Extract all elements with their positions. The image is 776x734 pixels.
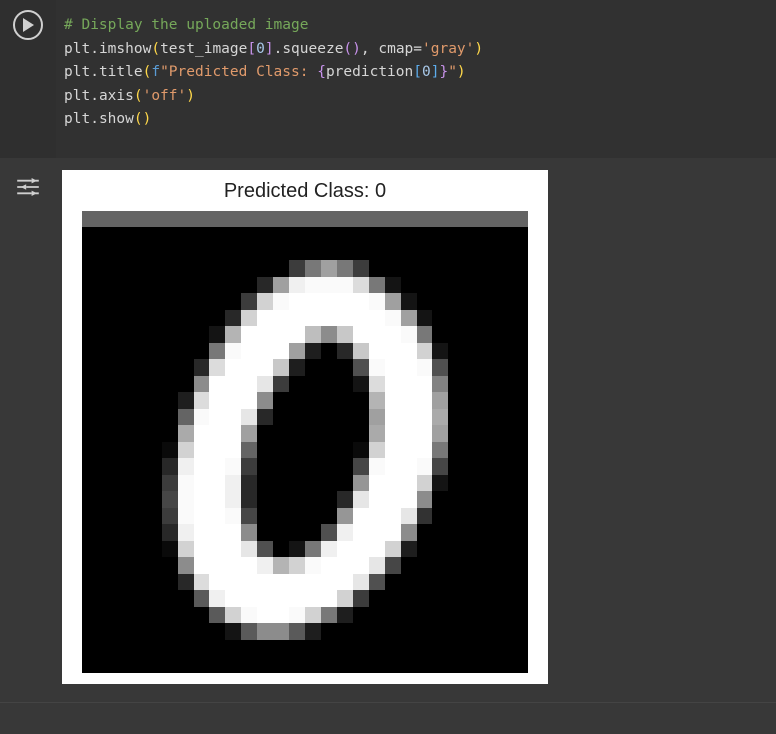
- tok: ": [448, 64, 457, 80]
- tok: [: [413, 64, 422, 80]
- tok: ]: [265, 41, 274, 57]
- tok: 'gray': [422, 41, 474, 57]
- tok: cmap: [378, 41, 413, 57]
- tok: =: [413, 41, 422, 57]
- tok: (: [343, 41, 352, 57]
- matplotlib-figure: Predicted Class: 0: [62, 170, 548, 684]
- tok: prediction: [326, 64, 413, 80]
- tok: ): [352, 41, 361, 57]
- tok: Predicted Class:: [169, 64, 317, 80]
- mnist-image: [82, 211, 528, 673]
- output-settings-icon[interactable]: [17, 178, 39, 196]
- tok: (: [134, 111, 143, 127]
- tok: 0: [422, 64, 431, 80]
- figure-title: Predicted Class: 0: [224, 180, 386, 203]
- output-gutter: [0, 164, 56, 690]
- output-cell: Predicted Class: 0: [0, 164, 776, 703]
- tok: .: [90, 41, 99, 57]
- play-icon: [22, 18, 34, 32]
- code-cell: # Display the uploaded image plt.imshow(…: [0, 0, 776, 158]
- tok: 0: [256, 41, 265, 57]
- tok: .: [90, 64, 99, 80]
- tok: plt: [64, 41, 90, 57]
- notebook-cell: # Display the uploaded image plt.imshow(…: [0, 0, 776, 703]
- tok: 'off': [143, 88, 187, 104]
- tok: }: [439, 64, 448, 80]
- tok: ): [457, 64, 466, 80]
- tok: plt: [64, 64, 90, 80]
- tok: test_image: [160, 41, 247, 57]
- tok: plt: [64, 88, 90, 104]
- tok: f: [151, 64, 160, 80]
- tok: (: [151, 41, 160, 57]
- output-area: Predicted Class: 0: [56, 164, 548, 690]
- tok: [: [247, 41, 256, 57]
- tok: ": [160, 64, 169, 80]
- tok: plt: [64, 111, 90, 127]
- tok: {: [317, 64, 326, 80]
- tok: .: [90, 111, 99, 127]
- tok: axis: [99, 88, 134, 104]
- tok: imshow: [99, 41, 151, 57]
- tok: .: [274, 41, 283, 57]
- tok: ): [186, 88, 195, 104]
- tok: ): [474, 41, 483, 57]
- code-gutter: [0, 0, 56, 158]
- run-button[interactable]: [13, 10, 43, 40]
- tok: ): [143, 111, 152, 127]
- tok: .: [90, 88, 99, 104]
- code-comment: # Display the uploaded image: [64, 17, 308, 33]
- tok: ,: [361, 41, 378, 57]
- code-editor[interactable]: # Display the uploaded image plt.imshow(…: [56, 0, 776, 158]
- tok: show: [99, 111, 134, 127]
- tok: (: [134, 88, 143, 104]
- tok: title: [99, 64, 143, 80]
- tok: squeeze: [282, 41, 343, 57]
